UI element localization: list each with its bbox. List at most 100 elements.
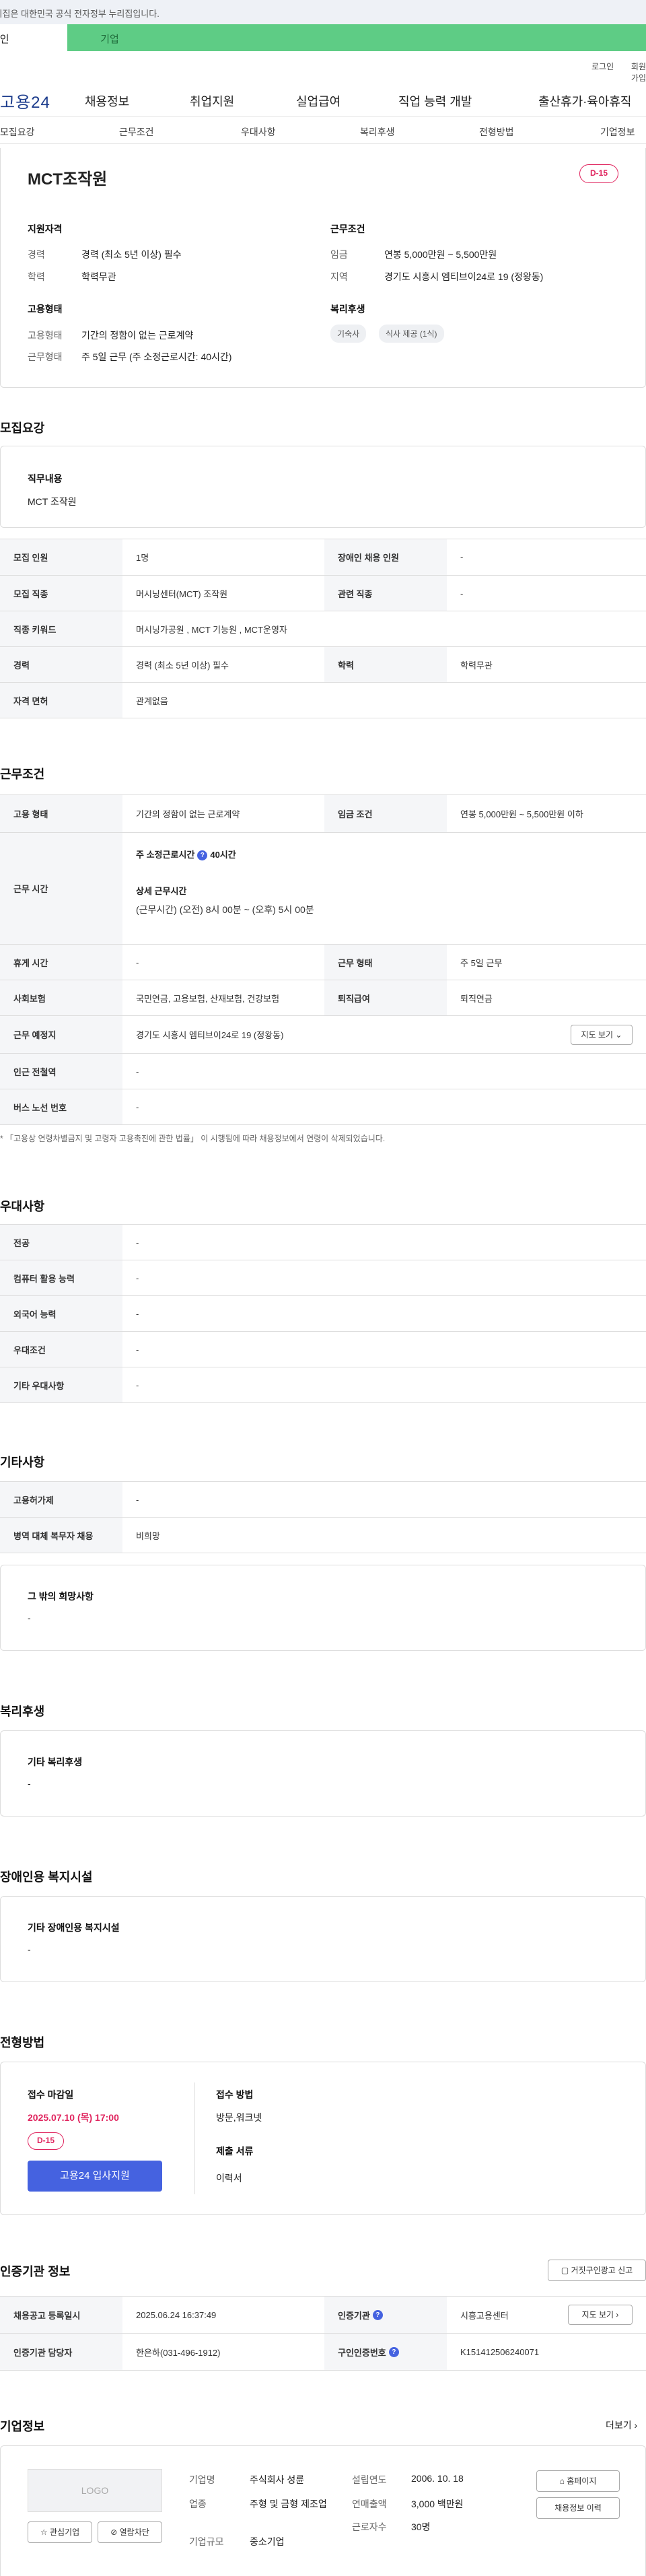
- table-cell: -: [136, 1237, 139, 1248]
- company-heading: 기업정보: [0, 2420, 45, 2433]
- table-cell: 시흥고용센터: [460, 2310, 509, 2321]
- home-icon: ⌂: [559, 2476, 565, 2486]
- section-link-pref[interactable]: 우대사항: [241, 125, 276, 139]
- company-sales-label: 연매출액: [352, 2499, 387, 2509]
- tab-personal[interactable]: 개인: [0, 24, 67, 51]
- company-more-link[interactable]: 더보기 ›: [606, 2418, 637, 2432]
- welfare-box-value: -: [28, 1778, 31, 1789]
- table-header-cell: 외국어 능력: [0, 1296, 122, 1331]
- welfare-chip-dorm: 기숙사: [330, 325, 367, 343]
- chevron-right-icon: ›: [634, 2420, 638, 2431]
- table-header-cell: 직종 키워드: [0, 611, 122, 646]
- disability-box-value: -: [28, 1944, 31, 1955]
- hours-detail-value: (근무시간) (오전) 8시 00분 ~ (오후) 5시 00분: [136, 904, 314, 915]
- cert-map-label: 지도 보기: [581, 2310, 614, 2319]
- favorite-company-button[interactable]: ☆ 관심기업: [28, 2521, 92, 2543]
- table-cell: 2025.06.24 16:37:49: [136, 2309, 217, 2320]
- selection-box: 접수 마감일 2025.07.10 (목) 17:00 D-15 고용24 입사…: [0, 2062, 646, 2215]
- table-row: 컴퓨터 활용 능력 -: [0, 1260, 646, 1296]
- disability-box-label: 기타 장애인용 복지시설: [28, 1922, 120, 1933]
- company-industry-label: 업종: [189, 2499, 207, 2509]
- nav-item-leave[interactable]: 출산휴가·육아휴직: [538, 92, 631, 110]
- login-link[interactable]: 로그인: [591, 61, 614, 72]
- brand-logo[interactable]: 고용24: [0, 89, 50, 112]
- block-view-button[interactable]: ⊘ 열람차단: [98, 2521, 162, 2543]
- company-emp-value: 30명: [411, 2521, 431, 2532]
- table-cell: 한은하(031-496-1912): [136, 2347, 221, 2358]
- table-header-cell: 경력: [0, 647, 122, 682]
- table-cell: 1명: [136, 553, 149, 563]
- company-name-value: 주식회사 성륜: [250, 2474, 305, 2485]
- section-link-selection[interactable]: 전형방법: [479, 125, 514, 139]
- company-box: LOGO ☆ 관심기업 ⊘ 열람차단 기업명 주식회사 성륜 업종 주형 및 금…: [0, 2445, 646, 2576]
- table-header-cell: 관련 직종: [324, 576, 447, 611]
- table-row: 채용공고 등록일시 2025.06.24 16:37:49 인증기관? 시흥고용…: [0, 2297, 646, 2334]
- table-header-cell: 인근 전철역: [0, 1054, 122, 1089]
- cond-title: 근무조건: [330, 224, 365, 234]
- table-header-cell: 병역 대체 복무자 채용: [0, 1518, 122, 1553]
- section-link-recruit[interactable]: 모집요강: [0, 125, 35, 139]
- hiring-history-button[interactable]: 채용정보 이력: [536, 2497, 620, 2519]
- type-label-form: 근무형태: [28, 351, 63, 362]
- help-icon[interactable]: ?: [388, 2346, 399, 2357]
- nav-item-training[interactable]: 직업 능력 개발: [398, 92, 472, 110]
- map-view-button[interactable]: 지도 보기 ⌄: [571, 1025, 633, 1045]
- qual-value-edu: 학력무관: [81, 271, 116, 282]
- table-cell: -: [136, 1273, 139, 1283]
- docs-value: 이력서: [216, 2173, 242, 2183]
- company-sales-value: 3,000 백만원: [411, 2499, 464, 2509]
- other-wishes-value: -: [28, 1613, 31, 1623]
- table-row: 근무 예정지 경기도 시흥시 엠티브이24로 19 (정왕동) 지도 보기 ⌄: [0, 1016, 646, 1054]
- help-icon[interactable]: ?: [197, 850, 208, 861]
- disability-heading: 장애인용 복지시설: [0, 1870, 93, 1884]
- welfare-box: 기타 복리후생 -: [0, 1730, 646, 1817]
- table-row: 기타 우대사항 -: [0, 1367, 646, 1403]
- table-cell: 비희망: [136, 1530, 160, 1541]
- table-cell: 연봉 5,000만원 ~ 5,500만원 이하: [460, 809, 583, 819]
- table-header-cell: 모집 인원: [0, 539, 122, 575]
- type-label-employ: 고용형태: [28, 330, 63, 341]
- cond-label-wage: 임금: [330, 249, 348, 260]
- table-row: 전공 -: [0, 1225, 646, 1260]
- help-icon[interactable]: ?: [372, 2309, 383, 2320]
- table-row: 인근 전철역 -: [0, 1054, 646, 1089]
- fav-label: 관심기업: [49, 2528, 80, 2537]
- table-row: 고용허가제 -: [0, 1482, 646, 1518]
- section-link-work[interactable]: 근무조건: [119, 125, 154, 139]
- table-header-cell: 학력: [324, 647, 447, 682]
- type-title: 고용형태: [28, 304, 63, 314]
- table-header-cell: 구인인증번호?: [324, 2334, 447, 2370]
- table-header-cell: 채용공고 등록일시: [0, 2297, 122, 2333]
- nav-item-jobs[interactable]: 채용정보: [85, 92, 129, 110]
- table-header-cell: 버스 노선 번호: [0, 1089, 122, 1124]
- section-nav: 모집요강 근무조건 우대사항 복리후생 전형방법 기업정보: [0, 117, 646, 144]
- welfare-title: 복리후생: [330, 304, 365, 314]
- job-content-box: 직무내용 MCT 조작원: [0, 446, 646, 528]
- false-ad-report-button[interactable]: ▢ 거짓구인광고 신고: [548, 2260, 646, 2281]
- table-cell: -: [136, 1308, 139, 1319]
- etc-table: 고용허가제 - 병역 대체 복무자 채용 비희망: [0, 1481, 646, 1553]
- report-label: 거짓구인광고 신고: [571, 2266, 633, 2275]
- table-header-cell: 전공: [0, 1225, 122, 1260]
- table-cell: 기간의 정함이 없는 근로계약: [136, 809, 240, 819]
- section-link-welfare[interactable]: 복리후생: [360, 125, 395, 139]
- table-header-cell: 인증기관 담당자: [0, 2334, 122, 2370]
- deadline-value: 2025.07.10 (목) 17:00: [28, 2112, 119, 2123]
- welfare-heading: 복리후생: [0, 1705, 45, 1718]
- nav-item-benefit[interactable]: 실업급여: [296, 92, 340, 110]
- cond-label-region: 지역: [330, 271, 348, 282]
- section-link-company[interactable]: 기업정보: [600, 125, 635, 139]
- homepage-button[interactable]: ⌂ 홈페이지: [536, 2470, 620, 2492]
- tab-personal-label: 개인: [0, 34, 9, 45]
- table-cell: -: [460, 588, 464, 599]
- job-title: MCT조작원: [28, 170, 108, 189]
- nav-item-support[interactable]: 취업지원: [190, 92, 234, 110]
- tab-company[interactable]: 기업: [67, 24, 646, 51]
- cert-map-button[interactable]: 지도 보기 ›: [568, 2305, 633, 2325]
- job-summary-card: MCT조작원 D-15 지원자격 경력 경력 (최소 5년 이상) 필수 학력 …: [0, 148, 646, 388]
- apply-button[interactable]: 고용24 입사지원: [28, 2161, 162, 2192]
- other-wishes-label: 그 밖의 희망사항: [28, 1591, 94, 1602]
- table-row: 고용 형태 기간의 정함이 없는 근로계약 임금 조건 연봉 5,000만원 ~…: [0, 795, 646, 833]
- table-row: 근무 시간 주 소정근로시간? 40시간 상세 근무시간 (근무시간) (오전) …: [0, 833, 646, 945]
- table-header-cell: 자격 면허: [0, 683, 122, 718]
